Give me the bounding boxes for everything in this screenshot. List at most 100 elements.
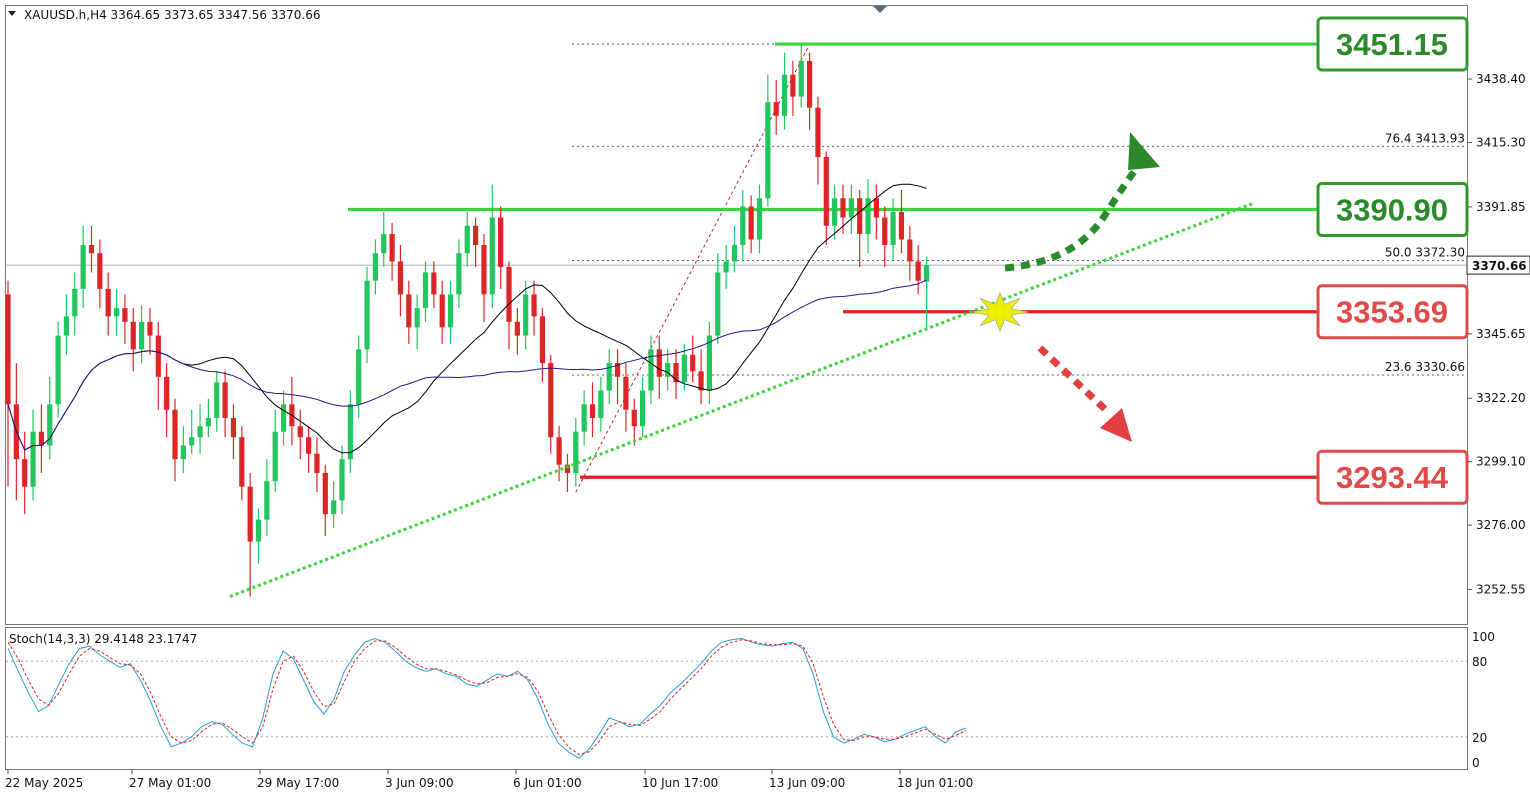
candle-body[interactable]: [765, 102, 771, 199]
candle-body[interactable]: [731, 244, 738, 262]
candle-body[interactable]: [272, 431, 278, 482]
candle-body[interactable]: [364, 280, 370, 350]
candle-body[interactable]: [422, 272, 429, 309]
candle-body[interactable]: [589, 404, 596, 418]
candle-body[interactable]: [890, 212, 896, 245]
candle-body[interactable]: [623, 376, 629, 410]
candle-body[interactable]: [97, 253, 103, 289]
candle-body[interactable]: [397, 261, 404, 295]
candle-body[interactable]: [690, 354, 696, 372]
candle-body[interactable]: [798, 60, 804, 97]
candle-body[interactable]: [155, 335, 161, 377]
candle-body[interactable]: [456, 253, 462, 295]
candle-body[interactable]: [640, 390, 646, 427]
candle-body[interactable]: [489, 217, 495, 295]
candle-body[interactable]: [556, 437, 562, 465]
candle-body[interactable]: [464, 225, 470, 254]
candle-body[interactable]: [498, 217, 504, 267]
candle-body[interactable]: [5, 294, 11, 405]
price-chart[interactable]: 76.4 3413.93 50.0 3372.30 23.6 3330.66 345…: [0, 0, 1530, 799]
candle-body[interactable]: [514, 321, 520, 336]
candle-body[interactable]: [523, 294, 529, 336]
candle-body[interactable]: [807, 60, 813, 108]
candle-body[interactable]: [431, 272, 437, 295]
candle-body[interactable]: [88, 244, 95, 254]
candle-body[interactable]: [915, 261, 921, 281]
candle-body[interactable]: [573, 431, 579, 473]
candle-body[interactable]: [898, 212, 905, 240]
candle-body[interactable]: [873, 198, 879, 218]
candle-body[interactable]: [506, 266, 512, 322]
candle-body[interactable]: [113, 308, 120, 317]
candle-body[interactable]: [322, 472, 328, 515]
candle-body[interactable]: [648, 349, 654, 391]
candle-body[interactable]: [781, 74, 788, 116]
candle-body[interactable]: [180, 445, 186, 460]
candle-body[interactable]: [230, 418, 237, 438]
candle-body[interactable]: [447, 294, 454, 328]
candle-body[interactable]: [372, 253, 378, 281]
candle-body[interactable]: [247, 486, 253, 542]
candle-body[interactable]: [264, 481, 270, 520]
candle-body[interactable]: [406, 294, 412, 328]
candle-body[interactable]: [139, 321, 145, 350]
candle-body[interactable]: [356, 349, 362, 405]
candle-body[interactable]: [539, 316, 545, 364]
candle-body[interactable]: [531, 294, 537, 317]
candle-body[interactable]: [314, 453, 320, 473]
candle-body[interactable]: [122, 308, 128, 322]
candle-body[interactable]: [882, 217, 888, 245]
candle-body[interactable]: [214, 382, 220, 418]
candle-body[interactable]: [147, 321, 153, 336]
candle-body[interactable]: [339, 459, 345, 501]
candle-body[interactable]: [414, 308, 420, 328]
candle-body[interactable]: [681, 354, 687, 383]
candle-body[interactable]: [63, 316, 70, 336]
candle-body[interactable]: [723, 261, 729, 273]
candle-body[interactable]: [656, 349, 662, 377]
candle-body[interactable]: [848, 198, 854, 218]
candle-body[interactable]: [548, 363, 554, 438]
candle-body[interactable]: [857, 198, 863, 234]
candle-body[interactable]: [381, 233, 387, 254]
candle-body[interactable]: [189, 437, 195, 446]
candle-body[interactable]: [740, 206, 746, 245]
candle-body[interactable]: [255, 519, 262, 542]
candle-body[interactable]: [481, 244, 487, 295]
candle-body[interactable]: [756, 198, 763, 240]
candle-body[interactable]: [297, 426, 303, 438]
candle-body[interactable]: [164, 376, 170, 410]
candle-body[interactable]: [631, 409, 637, 427]
candle-body[interactable]: [205, 418, 211, 427]
candle-body[interactable]: [581, 404, 587, 432]
candle-body[interactable]: [790, 74, 796, 97]
candle-body[interactable]: [598, 390, 604, 418]
candle-body[interactable]: [72, 288, 78, 317]
candle-body[interactable]: [923, 265, 930, 282]
candle-body[interactable]: [105, 288, 111, 317]
candle-body[interactable]: [907, 239, 913, 262]
candle-body[interactable]: [773, 102, 779, 116]
candle-body[interactable]: [840, 198, 846, 218]
candle-body[interactable]: [80, 244, 86, 289]
candle-body[interactable]: [55, 335, 61, 405]
candle-body[interactable]: [197, 426, 203, 438]
candle-body[interactable]: [130, 321, 136, 350]
candle-body[interactable]: [832, 198, 838, 226]
candle-body[interactable]: [815, 107, 821, 158]
candle-body[interactable]: [473, 225, 479, 245]
candle-body[interactable]: [706, 335, 712, 391]
candle-body[interactable]: [823, 157, 829, 226]
candle-body[interactable]: [748, 206, 754, 240]
candle-body[interactable]: [306, 437, 312, 454]
candle-body[interactable]: [280, 404, 287, 432]
candle-body[interactable]: [439, 294, 445, 328]
candle-body[interactable]: [665, 363, 671, 377]
candle-body[interactable]: [239, 437, 245, 487]
candle-body[interactable]: [715, 272, 721, 336]
candle-body[interactable]: [30, 431, 36, 487]
candle-body[interactable]: [22, 459, 28, 487]
candle-body[interactable]: [172, 409, 178, 460]
candle-body[interactable]: [331, 500, 337, 515]
candle-body[interactable]: [389, 233, 395, 262]
